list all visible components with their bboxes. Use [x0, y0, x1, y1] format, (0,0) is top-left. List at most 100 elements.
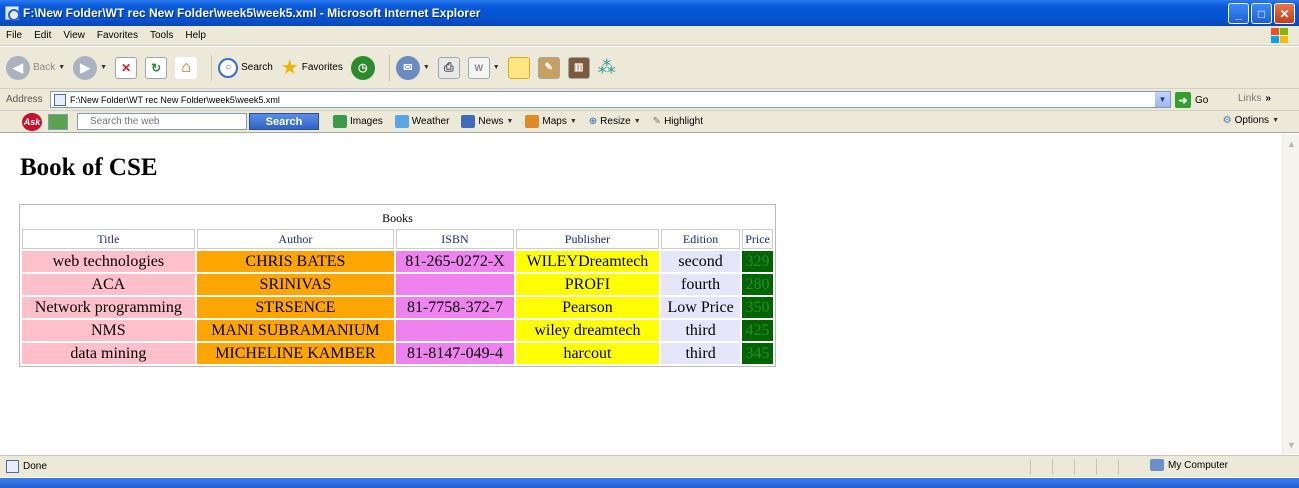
cell-isbn [396, 320, 514, 341]
chevron-down-icon[interactable]: ▼ [1155, 92, 1170, 107]
print-button[interactable]: ⎙ [437, 52, 460, 84]
ask-search-input[interactable] [77, 113, 247, 130]
home-button[interactable]: ⌂ [175, 52, 198, 84]
address-url: F:\New Folder\WT rec New Folder\week5\we… [70, 94, 280, 105]
print-icon: ⎙ [437, 56, 460, 79]
mail-button[interactable]: ✉ ▼ [395, 52, 430, 84]
ask-link-highlight[interactable]: ✎ Highlight [653, 116, 703, 127]
column-header-title: Title [22, 229, 195, 249]
go-arrow-icon: ➜ [1175, 92, 1191, 108]
favorites-button[interactable]: ★ Favorites [281, 52, 343, 84]
search-engine-selector[interactable] [48, 113, 68, 130]
menu-help[interactable]: Help [179, 30, 212, 41]
status-pane [1052, 459, 1074, 475]
links-button[interactable]: Links» [1238, 93, 1271, 104]
table-row: NMS MANI SUBRAMANIUM wiley dreamtech thi… [22, 320, 773, 341]
ask-link-resize[interactable]: ⊕ Resize ▼ [589, 116, 641, 127]
books-icon: ▥ [567, 56, 590, 79]
books-table: Books Title Author ISBN Publisher Editio… [19, 204, 776, 367]
cell-publisher: Pearson [515, 297, 660, 318]
table-header-row: Title Author ISBN Publisher Edition Pric… [22, 229, 773, 249]
menu-bar: File Edit View Favorites Tools Help [0, 26, 1299, 46]
history-button[interactable]: ◷ [350, 52, 375, 84]
cell-edition: Low Price [661, 297, 741, 318]
address-label: Address [6, 94, 43, 105]
options-label: Options [1234, 115, 1270, 126]
people-button[interactable]: ⁂ [598, 52, 616, 84]
menu-file[interactable]: File [0, 30, 28, 41]
mail-icon: ✉ [395, 55, 420, 80]
cell-author: CHRIS BATES [196, 251, 395, 272]
cell-isbn: 81-7758-372-7 [396, 297, 514, 318]
options-button[interactable]: ⚙ Options ▼ [1223, 115, 1279, 126]
chevron-down-icon: ▼ [506, 118, 514, 125]
ask-link-images[interactable]: Images [333, 115, 383, 128]
close-button[interactable]: ✕ [1274, 3, 1295, 24]
column-header-publisher: Publisher [515, 229, 660, 249]
back-button[interactable]: ◀ Back ▼ [6, 52, 65, 84]
cell-publisher: wiley dreamtech [515, 320, 660, 341]
scroll-up-icon[interactable]: ▲ [1284, 136, 1299, 151]
status-bar: Done My Computer [0, 455, 1299, 477]
minimize-button[interactable]: _ [1228, 3, 1249, 24]
cell-price: 280 [742, 274, 773, 295]
highlight-label: Highlight [664, 116, 703, 127]
chevron-down-icon: ▼ [1272, 117, 1279, 124]
table-row: Network programming STRSENCE 81-7758-372… [22, 297, 773, 318]
ask-logo[interactable]: Ask [22, 112, 42, 131]
scroll-down-icon[interactable]: ▼ [1284, 437, 1299, 452]
standard-toolbar: ◀ Back ▼ ▶ ▼ ✕ ↻ ⌂ ○ Search ★ Favorites … [0, 47, 1299, 89]
search-button[interactable]: ○ Search [218, 52, 273, 84]
window-controls: _ □ ✕ [1228, 3, 1295, 24]
cell-price: 329 [742, 251, 773, 272]
chevron-down-icon[interactable]: ▼ [493, 64, 500, 71]
news-label: News [478, 116, 504, 127]
resize-icon: ⊕ [588, 116, 598, 127]
discuss-button[interactable] [507, 52, 530, 84]
ask-search-button[interactable]: Search [249, 113, 319, 130]
folder-icon [507, 56, 530, 79]
research-button[interactable]: ✎ [537, 52, 560, 84]
status-pane [1118, 459, 1140, 475]
stop-button[interactable]: ✕ [115, 52, 138, 84]
highlight-icon: ✎ [652, 116, 662, 127]
maps-label: Maps [542, 116, 567, 127]
messenger-button[interactable]: ▥ [567, 52, 590, 84]
chevron-down-icon[interactable]: ▼ [423, 64, 430, 71]
page-icon [54, 93, 66, 106]
windows-logo-icon [1271, 28, 1289, 44]
refresh-button[interactable]: ↻ [145, 52, 168, 84]
star-icon: ★ [280, 57, 299, 79]
forward-button[interactable]: ▶ ▼ [73, 52, 107, 84]
maps-icon [525, 115, 540, 128]
menu-tools[interactable]: Tools [144, 30, 179, 41]
menu-view[interactable]: View [57, 30, 91, 41]
images-label: Images [350, 116, 383, 127]
menu-favorites[interactable]: Favorites [91, 30, 144, 41]
favorites-label: Favorites [301, 62, 343, 73]
computer-icon [1150, 459, 1164, 471]
ask-links: Images Weather News ▼ Maps ▼ ⊕ Resize ▼ ✎ Hig… [333, 115, 715, 128]
chevron-down-icon: ▼ [633, 118, 641, 125]
ask-link-maps[interactable]: Maps ▼ [525, 115, 577, 128]
title-bar: F:\New Folder\WT rec New Folder\week5\we… [0, 0, 1299, 26]
cell-title: Network programming [22, 297, 195, 318]
chevron-down-icon[interactable]: ▼ [100, 64, 107, 71]
separator [211, 54, 213, 81]
chevron-down-icon[interactable]: ▼ [58, 64, 65, 71]
go-button[interactable]: ➜ Go [1175, 92, 1208, 108]
window-title: F:\New Folder\WT rec New Folder\week5\we… [23, 6, 481, 20]
cell-author: MICHELINE KAMBER [196, 343, 395, 364]
back-label: Back [33, 62, 56, 73]
address-input[interactable]: F:\New Folder\WT rec New Folder\week5\we… [50, 91, 1171, 108]
images-icon [333, 115, 347, 128]
go-label: Go [1195, 94, 1209, 106]
ask-link-news[interactable]: News ▼ [461, 115, 513, 128]
column-header-edition: Edition [661, 229, 741, 249]
weather-icon [394, 115, 409, 128]
maximize-button[interactable]: □ [1251, 3, 1272, 24]
vertical-scrollbar[interactable]: ▲ ▼ [1282, 134, 1299, 454]
menu-edit[interactable]: Edit [28, 30, 57, 41]
ask-link-weather[interactable]: Weather [394, 115, 449, 128]
edit-button[interactable]: W ▼ [467, 52, 500, 84]
